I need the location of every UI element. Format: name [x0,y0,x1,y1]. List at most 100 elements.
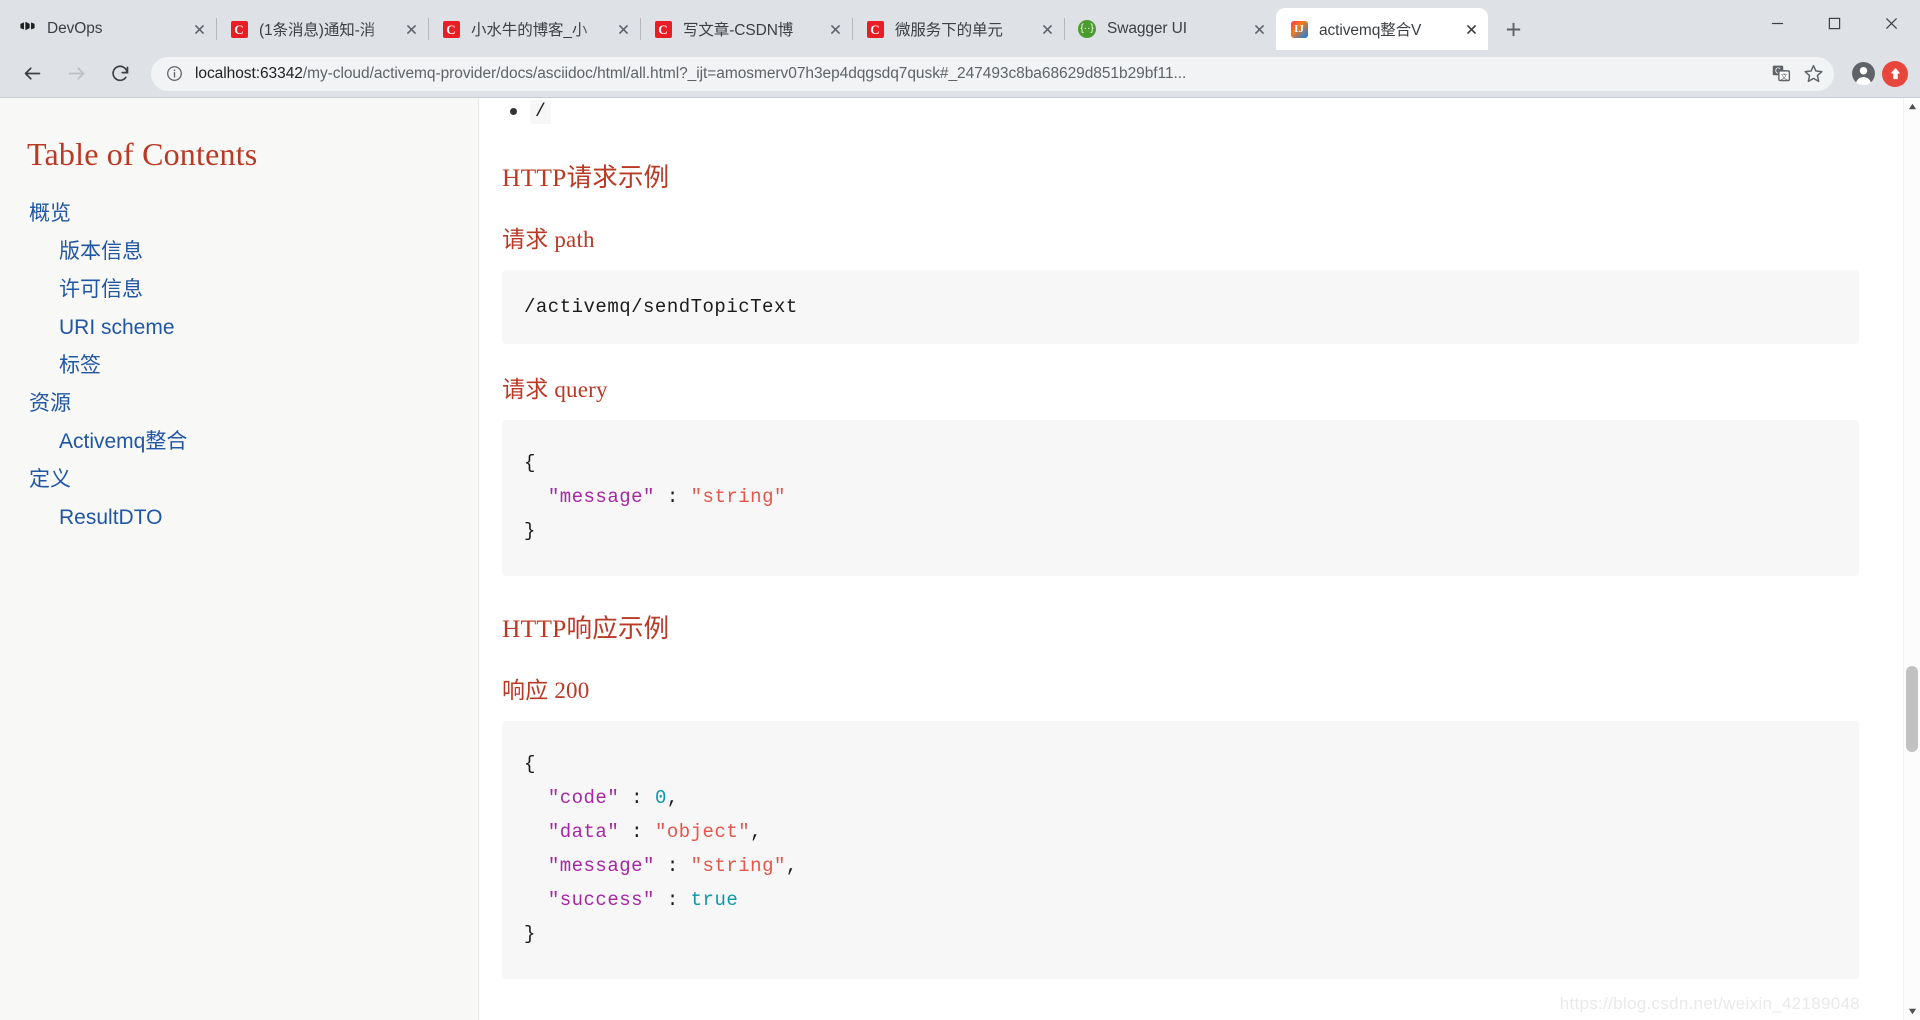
list-item: 标签 [27,347,478,385]
table-of-contents-sidebar: Table of Contents 概览 版本信息 许可信息 URI schem… [0,98,479,1020]
chevron-up-icon [1908,103,1916,110]
heading-http-response-example: HTTP响应示例 [502,614,670,643]
scroll-down-button[interactable] [1904,1003,1920,1020]
scroll-up-button[interactable] [1904,98,1920,115]
plus-icon [1506,22,1520,36]
json-key-data: "data" [547,821,620,843]
json-value-code: 0 [654,787,667,809]
browser-toolbar: localhost:63342/my-cloud/activemq-provid… [0,50,1920,97]
close-icon[interactable] [612,18,634,40]
page-scrollbar[interactable] [1903,98,1920,1020]
back-button[interactable] [15,57,49,91]
browser-tab-csdn-notification[interactable]: C (1条消息)通知-消 [216,8,428,50]
csdn-icon: C [442,20,460,38]
scrollbar-thumb[interactable] [1906,665,1918,752]
json-open-brace: { [524,753,536,775]
update-button[interactable] [1880,59,1910,89]
svg-text:文: 文 [1780,72,1787,81]
json-key-message: "message" [547,855,655,877]
browser-tab-csdn-blog[interactable]: C 小水牛的博客_小 [428,8,640,50]
json-key-success: "success" [547,889,655,911]
heading-http-request-example: HTTP请求示例 [502,163,670,192]
toolbar-right-actions [1840,59,1910,89]
heading-request-path: 请求 path [502,227,595,252]
json-value-data: "object" [654,821,751,843]
code-block-response-200: { "code" : 0, "data" : "object", "messag… [502,721,1859,979]
json-comma: , [750,821,763,843]
toc-link-version-info[interactable]: 版本信息 [27,233,143,271]
json-comma: , [666,787,679,809]
minimize-icon [1771,22,1784,24]
toc-link-activemq-integration[interactable]: Activemq整合 [27,423,187,461]
browser-tab-swagger-ui[interactable]: {··} Swagger UI [1064,8,1276,50]
json-key-message: "message" [547,486,655,508]
list-item: 概览 [27,195,478,233]
toc-link-resultdto[interactable]: ResultDTO [27,499,162,537]
close-icon[interactable] [1460,18,1482,40]
list-item: / [510,98,1859,125]
toc-link-overview[interactable]: 概览 [27,195,71,233]
toc-link-license-info[interactable]: 许可信息 [27,271,143,309]
watermark-text: https://blog.csdn.net/weixin_42189048 [1559,994,1860,1013]
tab-title: (1条消息)通知-消 [259,22,376,39]
arrow-left-icon [24,67,40,80]
csdn-icon: C [230,20,248,38]
window-close-button[interactable] [1863,0,1920,46]
close-icon[interactable] [824,18,846,40]
tab-title: DevOps [47,20,103,37]
toc-title: Table of Contents [27,136,258,172]
request-path-value: /activemq/sendTopicText [524,296,798,318]
toc-link-resources[interactable]: 资源 [27,385,71,423]
toc-link-tags[interactable]: 标签 [27,347,101,385]
address-bar[interactable]: localhost:63342/my-cloud/activemq-provid… [151,56,1834,91]
browser-tab-csdn-write[interactable]: C 写文章-CSDN博 [640,8,852,50]
devops-icon [18,20,36,38]
intellij-idea-icon: IJ [1290,20,1308,38]
tab-title: 微服务下的单元 [895,22,1003,39]
json-colon: : [619,787,655,809]
star-icon[interactable] [1798,59,1828,89]
json-value-success: true [690,889,739,911]
url-text: localhost:63342/my-cloud/activemq-provid… [195,65,1764,83]
code-block-request-path: /activemq/sendTopicText [502,270,1859,344]
minimize-button[interactable] [1749,0,1806,46]
translate-icon[interactable]: G 文 [1766,59,1796,89]
toc-link-definitions[interactable]: 定义 [27,461,71,499]
json-close-brace: } [524,923,536,945]
forward-button[interactable] [59,57,93,91]
browser-tab-activemq-active[interactable]: IJ activemq整合V [1276,8,1488,50]
maximize-icon [1828,17,1841,29]
tab-strip: DevOps C (1条消息)通知-消 C 小水牛的博客_小 C 写文章-CSD… [0,0,1920,50]
json-value-message: "string" [690,855,786,877]
consumes-list: / [502,98,1859,125]
browser-tab-microservice[interactable]: C 微服务下的单元 [852,8,1064,50]
maximize-button[interactable] [1806,0,1863,46]
toc-list: 概览 版本信息 许可信息 URI scheme 标签 资源 Activemq整合… [27,195,478,537]
info-circle-icon[interactable] [165,64,184,83]
heading-response-200: 响应 200 [502,678,590,703]
list-item: 许可信息 [27,271,478,309]
json-key-code: "code" [547,787,620,809]
tab-title: Swagger UI [1107,20,1187,37]
page-viewport: Table of Contents 概览 版本信息 许可信息 URI schem… [0,97,1920,1020]
main-content: / HTTP请求示例 请求 path /activemq/sendTopicTe… [479,98,1920,1020]
update-arrow-icon [1882,60,1908,87]
close-icon[interactable] [400,18,422,40]
profile-avatar-icon[interactable] [1848,59,1878,89]
close-icon[interactable] [1248,18,1270,40]
inline-code-slash: / [530,100,552,124]
reload-button[interactable] [103,57,137,91]
json-comma: , [785,855,798,877]
code-block-request-query: { "message" : "string" } [502,420,1859,576]
json-colon: : [654,855,691,877]
list-item: URI scheme [27,309,478,347]
toc-link-uri-scheme[interactable]: URI scheme [27,309,175,347]
list-item: Activemq整合 [27,423,478,461]
scrollbar-track[interactable] [1904,115,1920,1003]
tab-title: 写文章-CSDN博 [683,22,794,39]
tab-title: activemq整合V [1319,22,1422,39]
new-tab-button[interactable] [1496,12,1530,46]
browser-tab-devops[interactable]: DevOps [4,8,216,50]
close-icon[interactable] [188,18,210,40]
close-icon[interactable] [1036,18,1058,40]
